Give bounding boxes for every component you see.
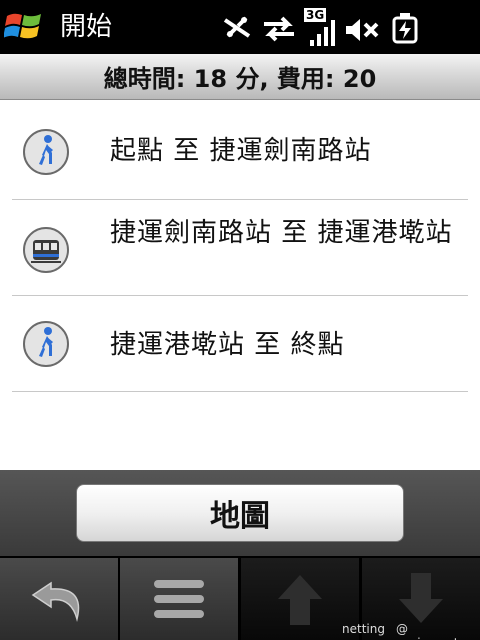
- walk-icon: [23, 129, 69, 175]
- battery-charging-icon: [392, 13, 418, 44]
- route-step[interactable]: 捷運港墘站 至 終點: [12, 296, 468, 392]
- metro-train-icon: [23, 227, 69, 273]
- watermark-right: @ sogi.com.tw: [396, 622, 468, 640]
- arrow-down-icon: [399, 573, 443, 623]
- back-softkey[interactable]: [0, 558, 118, 640]
- start-title[interactable]: 開始: [60, 10, 112, 44]
- route-list: 起點 至 捷運劍南路站 捷運劍南路站 至 捷運港墘站 捷運港墘站 至 終點: [0, 100, 480, 470]
- watermark-left: netting: [342, 622, 385, 636]
- route-summary: 總時間: 18 分, 費用: 20: [0, 54, 480, 100]
- walk-icon: [23, 321, 69, 367]
- route-step[interactable]: 捷運劍南路站 至 捷運港墘站: [12, 200, 468, 296]
- arrow-up-icon: [278, 575, 322, 625]
- back-arrow-icon: [31, 581, 80, 622]
- volume-muted-icon: [346, 19, 379, 41]
- route-step-text: 捷運港墘站 至 終點: [110, 330, 345, 360]
- route-step-text: 捷運劍南路站 至 捷運港墘站: [110, 218, 453, 248]
- menu-softkey[interactable]: [120, 558, 238, 640]
- data-transfer-icon: [264, 16, 294, 42]
- map-button[interactable]: 地圖: [76, 484, 404, 542]
- menu-icon: [154, 580, 204, 618]
- status-bar: 開始 3G: [0, 0, 480, 54]
- windows-start-icon[interactable]: [3, 8, 44, 44]
- button-bar: 地圖: [0, 470, 480, 556]
- 3g-signal-icon: [310, 20, 335, 46]
- no-signal-icon: [223, 16, 251, 38]
- route-step-text: 起點 至 捷運劍南路站: [110, 136, 372, 166]
- status-icons[interactable]: 3G: [218, 6, 428, 48]
- route-step[interactable]: 起點 至 捷運劍南路站: [12, 100, 468, 200]
